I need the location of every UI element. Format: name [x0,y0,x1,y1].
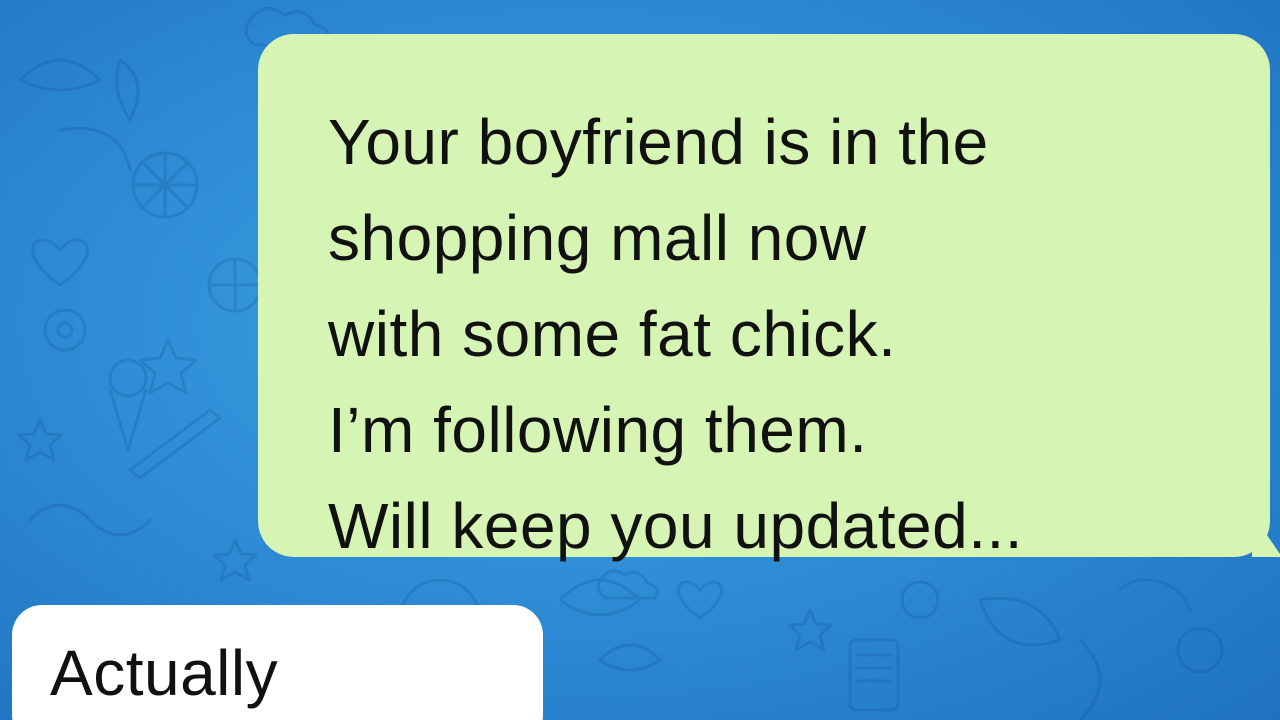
message-text-line: Your boyfriend is in the [328,106,989,178]
message-text-line: with some fat chick. [328,298,897,370]
message-text-line: Actually [50,637,279,709]
incoming-message-bubble[interactable]: Actually [12,605,543,720]
message-text-line: I’m following them. [328,394,868,466]
message-text-line: Will keep you updated... [328,490,1024,562]
outgoing-message-bubble[interactable]: Your boyfriend is in the shopping mall n… [258,34,1280,562]
bubble-tail [1252,513,1280,557]
message-text-line: shopping mall now [328,202,867,274]
